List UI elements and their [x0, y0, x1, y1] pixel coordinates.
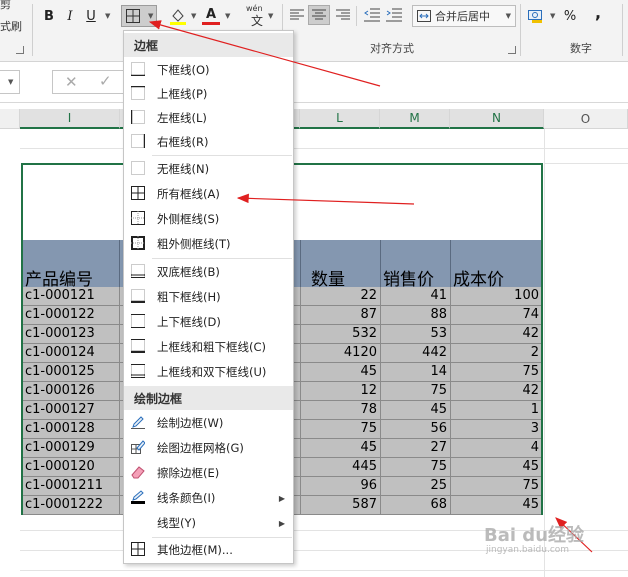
annotation-arrow	[148, 20, 381, 87]
watermark-logo: Bai du经验	[484, 525, 585, 546]
annotation-overlay	[148, 20, 593, 553]
annotation-arrow	[236, 193, 415, 205]
watermark-url: jingyan.baidu.com	[486, 545, 570, 555]
